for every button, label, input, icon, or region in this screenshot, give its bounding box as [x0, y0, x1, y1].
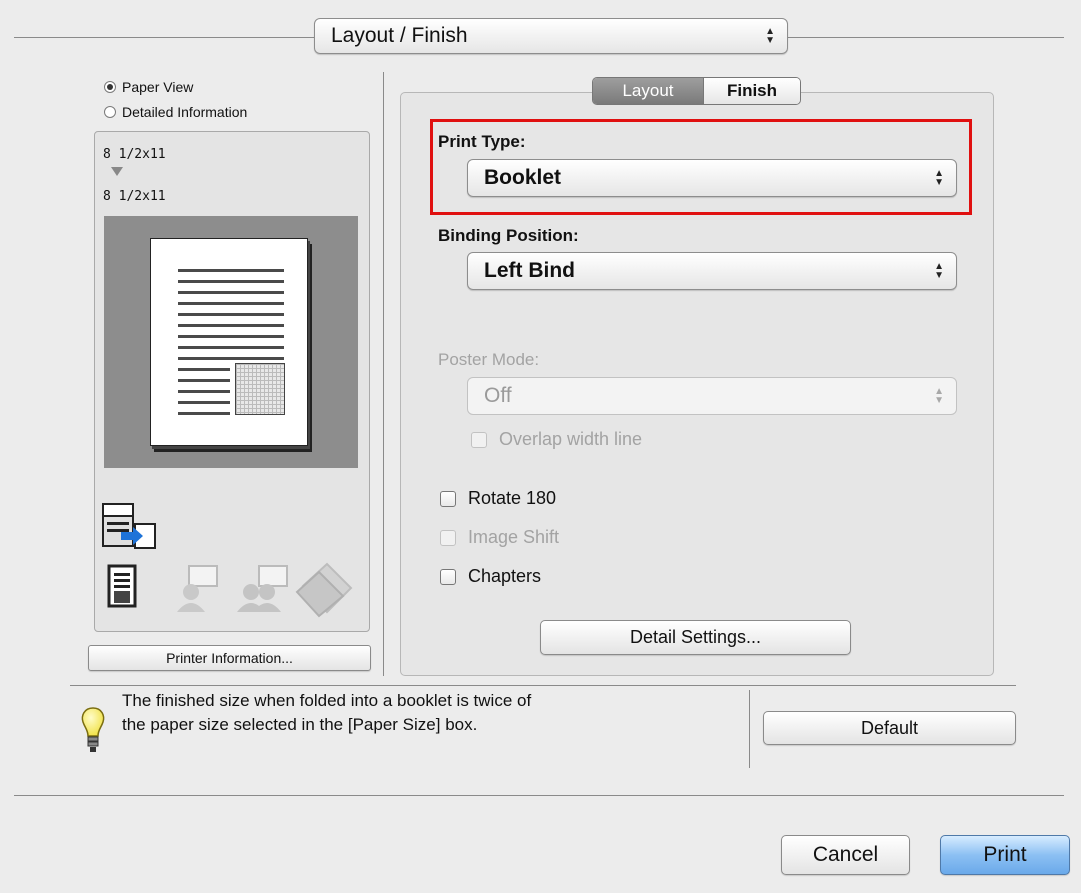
column-divider: [383, 72, 384, 676]
tab-layout[interactable]: Layout: [593, 78, 703, 104]
updown-arrows-icon: ▲ ▼: [934, 261, 944, 281]
radio-label: Detailed Information: [122, 104, 248, 120]
checkbox-label: Image Shift: [468, 527, 560, 547]
radio-label: Paper View: [122, 79, 194, 95]
text-line: [178, 357, 284, 360]
radio-detailed-information[interactable]: Detailed Information: [104, 104, 247, 120]
user-auth-icon: [177, 565, 218, 612]
poster-mode-label: Poster Mode:: [438, 350, 540, 369]
hint-line-2: the paper size selected in the [Paper Si…: [122, 715, 478, 734]
original-size-label: 8 1/2x11: [103, 147, 166, 162]
text-line: [178, 291, 284, 294]
binding-position-value: Left Bind: [484, 259, 575, 282]
text-line: [178, 368, 230, 371]
text-line: [178, 346, 284, 349]
checkbox-box: [471, 431, 487, 448]
hint-top-rule: [70, 685, 1016, 686]
checkbox-box: [440, 490, 456, 507]
overlap-width-line-checkbox[interactable]: Overlap width line: [471, 429, 642, 450]
text-line: [178, 269, 284, 272]
text-line: [178, 401, 230, 404]
preview-panel: 8 1/2x11 8 1/2x11: [94, 131, 370, 632]
printer-output-icon: [102, 503, 156, 549]
paper-sheet: [150, 238, 308, 446]
cancel-button[interactable]: Cancel: [781, 835, 910, 875]
arrow-down-icon: [111, 167, 123, 176]
image-shift-checkbox[interactable]: Image Shift: [440, 527, 559, 548]
updown-arrows-icon: ▲ ▼: [765, 26, 775, 46]
top-rule-left: [14, 37, 314, 38]
hint-divider: [749, 690, 750, 768]
binding-position-select[interactable]: Left Bind ▲ ▼: [467, 252, 957, 290]
poster-mode-value: Off: [484, 384, 512, 407]
hint-line-1: The finished size when folded into a boo…: [122, 691, 532, 710]
rotate-180-checkbox[interactable]: Rotate 180: [440, 488, 556, 509]
print-type-value: Booklet: [484, 166, 562, 189]
default-button[interactable]: Default: [763, 711, 1016, 745]
image-placeholder: [235, 363, 285, 415]
account-track-icon: [237, 565, 288, 612]
section-selector-value: Layout / Finish: [331, 24, 468, 47]
text-line: [178, 412, 230, 415]
updown-arrows-icon: ▲ ▼: [934, 168, 944, 188]
section-selector[interactable]: Layout / Finish ▲ ▼: [314, 18, 788, 54]
layout-finish-tabs: Layout Finish: [592, 77, 801, 105]
text-line: [178, 280, 284, 283]
text-line: [178, 313, 284, 316]
poster-mode-select[interactable]: Off ▲ ▼: [467, 377, 957, 415]
text-line: [178, 324, 284, 327]
output-size-label: 8 1/2x11: [103, 189, 166, 204]
print-type-select[interactable]: Booklet ▲ ▼: [467, 159, 957, 197]
detail-settings-button[interactable]: Detail Settings...: [540, 620, 851, 655]
checkbox-label: Rotate 180: [468, 488, 557, 508]
updown-arrows-icon: ▲ ▼: [934, 386, 944, 406]
print-button[interactable]: Print: [940, 835, 1070, 875]
text-line: [178, 390, 230, 393]
printer-information-button[interactable]: Printer Information...: [88, 645, 371, 671]
copy-security-icon: [295, 562, 353, 618]
lightbulb-icon: [81, 707, 105, 752]
binding-position-label: Binding Position:: [438, 226, 579, 245]
text-line: [178, 335, 284, 338]
checkbox-label: Overlap width line: [499, 429, 643, 449]
footer-rule: [14, 795, 1064, 796]
top-rule-right: [788, 37, 1064, 38]
document-icon: [107, 564, 137, 608]
chapters-checkbox[interactable]: Chapters: [440, 566, 541, 587]
tab-finish[interactable]: Finish: [703, 78, 800, 104]
radio-button-icon: [104, 106, 116, 118]
radio-button-icon: [104, 81, 116, 93]
hint-text: The finished size when folded into a boo…: [122, 689, 742, 737]
checkbox-box: [440, 529, 456, 546]
paper-preview: [104, 216, 358, 468]
print-type-label: Print Type:: [438, 132, 526, 151]
checkbox-label: Chapters: [468, 566, 542, 586]
text-line: [178, 379, 230, 382]
checkbox-box: [440, 568, 456, 585]
radio-paper-view[interactable]: Paper View: [104, 79, 193, 95]
text-line: [178, 302, 284, 305]
